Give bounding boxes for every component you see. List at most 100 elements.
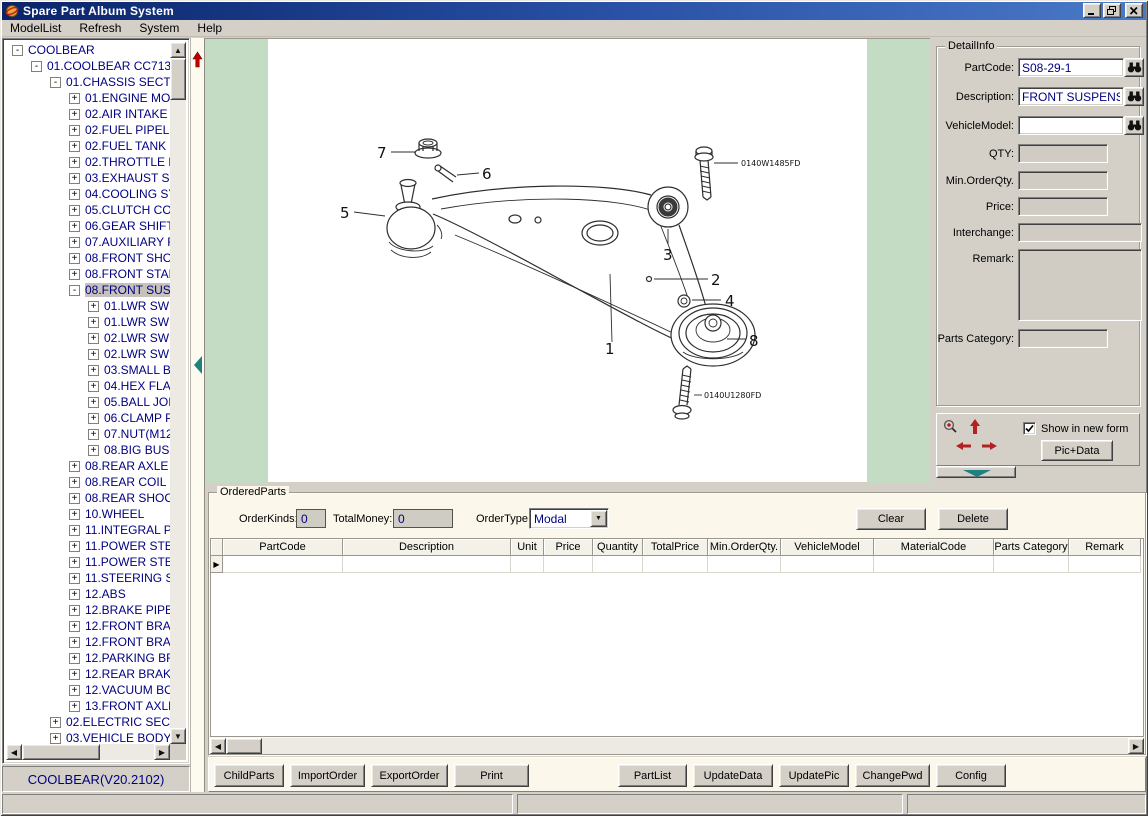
tree-node[interactable]: +08.BIG BUSHI: [6, 442, 170, 458]
partlist-button[interactable]: PartList: [618, 764, 687, 787]
grid-column-header[interactable]: PartCode: [223, 539, 343, 556]
tree-node-label[interactable]: 11.POWER STEE: [85, 555, 170, 569]
tree-node[interactable]: +11.POWER STEE: [6, 538, 170, 554]
tree-hscroll-thumb[interactable]: [22, 744, 100, 760]
grid-scroll-right-icon[interactable]: ▶: [1128, 738, 1144, 754]
tree-scroll-right-icon[interactable]: ▶: [154, 744, 170, 760]
tree-node[interactable]: +12.ABS: [6, 586, 170, 602]
tree-node-label[interactable]: 13.FRONT AXLE F: [85, 699, 170, 713]
show-in-new-form-checkbox[interactable]: [1023, 422, 1036, 435]
tree-node[interactable]: +12.FRONT BRAKE: [6, 634, 170, 650]
tree-node[interactable]: +05.BALL JOIN: [6, 394, 170, 410]
pan-up-icon[interactable]: [969, 418, 981, 435]
tree-node[interactable]: +08.REAR AXLE AS: [6, 458, 170, 474]
expand-icon[interactable]: +: [69, 221, 80, 232]
tree-node-label[interactable]: 08.BIG BUSHI: [104, 443, 170, 457]
splitter[interactable]: [190, 38, 205, 792]
tree-node-label[interactable]: 07.NUT(M12×: [104, 427, 170, 441]
tree-node-label[interactable]: 10.WHEEL: [85, 507, 144, 521]
pan-left-icon[interactable]: [955, 441, 972, 451]
tree-node-label[interactable]: 02.FUEL PIPELINI: [85, 123, 170, 137]
tree-node-label[interactable]: 04.COOLING SYS: [85, 187, 170, 201]
tree-node[interactable]: +11.POWER STEE: [6, 554, 170, 570]
updatedata-button[interactable]: UpdateData: [693, 764, 773, 787]
tree-node[interactable]: +11.STEERING SH: [6, 570, 170, 586]
description-field[interactable]: [1018, 87, 1124, 106]
grid-column-header[interactable]: TotalPrice: [643, 539, 708, 556]
tree-node-label[interactable]: 02.LWR SWIN: [104, 331, 170, 345]
clear-button[interactable]: Clear: [856, 508, 926, 530]
tree-node-label[interactable]: 11.POWER STEE: [85, 539, 170, 553]
grid-cell[interactable]: [223, 556, 343, 573]
grid-cell[interactable]: [994, 556, 1069, 573]
tree-node[interactable]: -01.CHASSIS SECTION: [6, 74, 170, 90]
expand-icon[interactable]: +: [69, 269, 80, 280]
grid-cell[interactable]: [343, 556, 511, 573]
tree-node-label[interactable]: 03.SMALL BU: [104, 363, 170, 377]
tree-node[interactable]: +06.GEAR SHIFT C: [6, 218, 170, 234]
tree-node[interactable]: +04.COOLING SYS: [6, 186, 170, 202]
expand-icon[interactable]: +: [69, 109, 80, 120]
tree-node[interactable]: +12.PARKING BRA: [6, 650, 170, 666]
print-button[interactable]: Print: [454, 764, 529, 787]
tree-node[interactable]: +12.REAR BRAKE: [6, 666, 170, 682]
tree-node-label[interactable]: 12.BRAKE PIPELI: [85, 603, 170, 617]
collapse-icon[interactable]: -: [50, 77, 61, 88]
tree-scroll-up-icon[interactable]: ▲: [170, 42, 186, 58]
tree-node[interactable]: +10.WHEEL: [6, 506, 170, 522]
tree-node[interactable]: +11.INTEGRAL PO: [6, 522, 170, 538]
expand-icon[interactable]: +: [88, 301, 99, 312]
tree-node-label[interactable]: 01.COOLBEAR CC7130AM: [47, 59, 170, 73]
tree-scroll-left-icon[interactable]: ◀: [6, 744, 22, 760]
tree-node[interactable]: -01.COOLBEAR CC7130AM: [6, 58, 170, 74]
tree-node-label[interactable]: 12.REAR BRAKE: [85, 667, 170, 681]
tree-node-label[interactable]: 07.AUXILIARY FR: [85, 235, 170, 249]
expand-icon[interactable]: +: [69, 461, 80, 472]
tree-node[interactable]: -COOLBEAR: [6, 42, 170, 58]
tree-node[interactable]: +07.AUXILIARY FR: [6, 234, 170, 250]
expand-icon[interactable]: +: [88, 381, 99, 392]
expand-icon[interactable]: +: [69, 653, 80, 664]
tree-node[interactable]: -08.FRONT SUSPE: [6, 282, 170, 298]
tree-node[interactable]: +02.FUEL TANK: [6, 138, 170, 154]
tree-node[interactable]: +12.VACUUM BOO: [6, 682, 170, 698]
grid-column-header[interactable]: VehicleModel: [781, 539, 874, 556]
tree-node[interactable]: +08.REAR COIL SF: [6, 474, 170, 490]
grid-column-header[interactable]: Price: [544, 539, 593, 556]
grid-column-header[interactable]: MaterialCode: [874, 539, 994, 556]
expand-icon[interactable]: +: [88, 397, 99, 408]
tree-node-label[interactable]: 01.LWR SWIN: [104, 315, 170, 329]
tree-node-label[interactable]: 02.ELECTRIC SECTIO: [66, 715, 170, 729]
expand-icon[interactable]: +: [69, 573, 80, 584]
expand-icon[interactable]: +: [69, 205, 80, 216]
collapse-icon[interactable]: -: [69, 285, 80, 296]
zoom-icon[interactable]: [943, 419, 959, 435]
tree-node-label[interactable]: 08.FRONT STABIL: [85, 267, 170, 281]
childparts-button[interactable]: ChildParts: [214, 764, 284, 787]
grid-column-header[interactable]: Min.OrderQty.: [708, 539, 781, 556]
vehicle-model-search-button[interactable]: [1124, 116, 1144, 135]
tree-node[interactable]: +06.CLAMP PIN: [6, 410, 170, 426]
tree-node-label[interactable]: 03.VEHICLE BODY: [66, 731, 170, 744]
expand-icon[interactable]: +: [50, 733, 61, 744]
menu-item-help[interactable]: Help: [189, 19, 230, 37]
tree-node-label[interactable]: COOLBEAR: [28, 43, 95, 57]
grid-column-header[interactable]: Unit: [511, 539, 544, 556]
menu-item-system[interactable]: System: [131, 19, 187, 37]
tree-node[interactable]: +01.LWR SWIN: [6, 298, 170, 314]
tree-node-label[interactable]: 08.REAR COIL SF: [85, 475, 170, 489]
expand-icon[interactable]: +: [88, 365, 99, 376]
tree-node-label[interactable]: 02.THROTTLE PE: [85, 155, 170, 169]
tree-node-label[interactable]: 05.CLUTCH CONT: [85, 203, 170, 217]
grid-hscroll-thumb[interactable]: [226, 738, 262, 754]
importorder-button[interactable]: ImportOrder: [290, 764, 365, 787]
tree-node-label[interactable]: 06.CLAMP PIN: [104, 411, 170, 425]
tree-node[interactable]: +03.SMALL BU: [6, 362, 170, 378]
pic-data-button[interactable]: Pic+Data: [1041, 440, 1113, 461]
tree-node[interactable]: +02.AIR INTAKE SY: [6, 106, 170, 122]
delete-button[interactable]: Delete: [938, 508, 1008, 530]
grid-cell[interactable]: [1069, 556, 1141, 573]
grid-data-row[interactable]: ▶: [211, 556, 1143, 573]
expand-icon[interactable]: +: [50, 717, 61, 728]
restore-button[interactable]: [1103, 3, 1121, 18]
